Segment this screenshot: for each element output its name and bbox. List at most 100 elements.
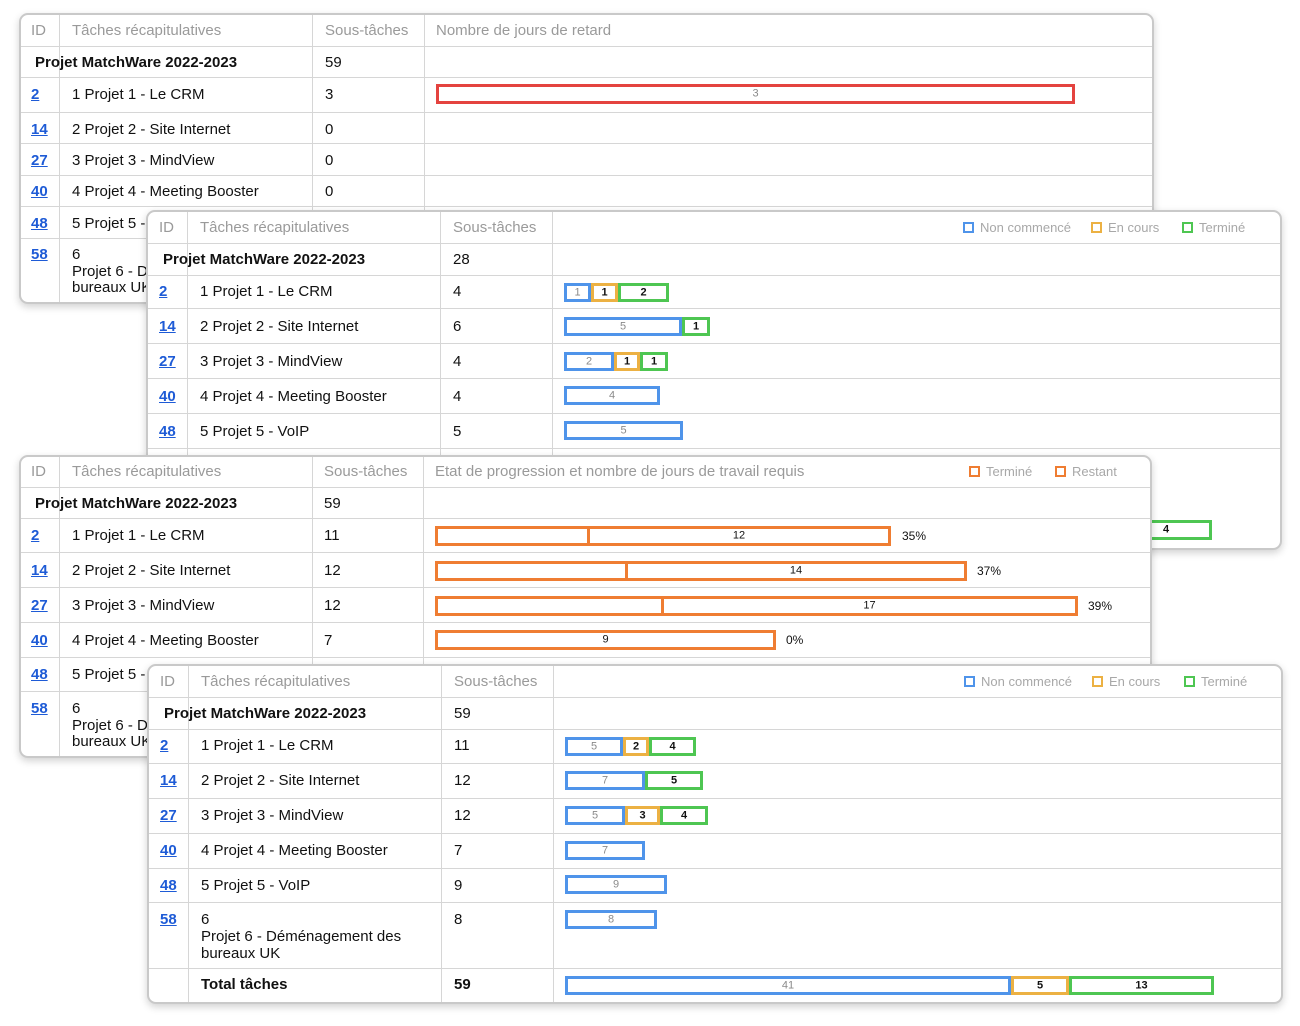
- header-summary: Tâches récapitulatives: [72, 22, 222, 39]
- header-id: ID: [159, 219, 174, 236]
- status-bar-not-started: 5: [564, 317, 682, 336]
- legend-in-progress: En cours: [1092, 674, 1160, 689]
- task-id-link[interactable]: 40: [160, 842, 177, 859]
- task-id-link[interactable]: 2: [31, 527, 39, 544]
- panel-status-full: ID Tâches récapitulatives Sous-tâches No…: [147, 664, 1283, 1004]
- header-subtasks: Sous-tâches: [454, 673, 538, 690]
- status-bar-done: 1: [682, 317, 710, 336]
- task-id-link[interactable]: 14: [31, 121, 48, 138]
- task-name: 1 Projet 1 - Le CRM: [200, 283, 333, 300]
- task-id-link[interactable]: 27: [31, 152, 48, 169]
- task-id-link[interactable]: 48: [31, 666, 48, 683]
- legend-done: Terminé: [969, 464, 1032, 479]
- task-name: 2 Projet 2 - Site Internet: [200, 318, 359, 335]
- progress-bar-done: [435, 526, 590, 546]
- task-id-link[interactable]: 48: [31, 215, 48, 232]
- progress-bar-remaining: 17: [661, 596, 1078, 616]
- total-bar-in-progress: 5: [1011, 976, 1069, 995]
- project-total: 59: [324, 495, 341, 512]
- task-id-link[interactable]: 2: [31, 86, 39, 103]
- progress-percent: 35%: [902, 529, 927, 543]
- legend-not-started: Non commencé: [964, 674, 1072, 689]
- progress-bar-remaining: 14: [625, 561, 967, 581]
- task-id-link[interactable]: 58: [31, 700, 48, 717]
- legend-in-progress: En cours: [1091, 220, 1159, 235]
- task-subtasks: 5: [453, 423, 462, 440]
- task-name: 4 Projet 4 - Meeting Booster: [201, 842, 388, 859]
- task-name-cont: bureaux UK: [201, 945, 281, 962]
- task-name: 4 Projet 4 - Meeting Booster: [200, 388, 387, 405]
- task-id-link[interactable]: 40: [159, 388, 176, 405]
- header-subtasks: Sous-tâches: [324, 463, 408, 480]
- task-subtasks: 11: [454, 737, 470, 754]
- task-id-link[interactable]: 48: [159, 423, 176, 440]
- status-bar-done: 4: [1148, 520, 1212, 540]
- header-progress: Etat de progression et nombre de jours d…: [435, 463, 805, 480]
- progress-percent: 39%: [1088, 599, 1113, 613]
- task-name-number: 6: [72, 700, 81, 717]
- project-total: 28: [453, 251, 470, 268]
- task-id-link[interactable]: 48: [160, 877, 177, 894]
- task-id-link[interactable]: 14: [160, 772, 177, 789]
- header-subtasks: Sous-tâches: [325, 22, 409, 39]
- status-bar-done: 4: [660, 806, 708, 825]
- project-total: 59: [325, 54, 342, 71]
- status-bar-not-started: 1: [564, 283, 591, 302]
- task-id-link[interactable]: 58: [31, 246, 48, 263]
- task-name: 3 Projet 3 - MindView: [200, 353, 343, 370]
- task-name: Projet 6 - D: [72, 717, 148, 734]
- task-id-link[interactable]: 58: [160, 911, 177, 928]
- task-subtasks: 6: [453, 318, 462, 335]
- task-name: 4 Projet 4 - Meeting Booster: [72, 632, 259, 649]
- task-name: 3 Projet 3 - MindView: [72, 152, 215, 169]
- task-subtasks: 11: [324, 527, 340, 544]
- status-bar-done: 1: [640, 352, 668, 371]
- total-tasks-label: Total tâches: [201, 976, 288, 993]
- legend-yellow-icon: [1092, 676, 1103, 687]
- task-id-link[interactable]: 2: [160, 737, 168, 754]
- task-subtasks: 12: [454, 772, 471, 789]
- progress-bar-remaining: 12: [587, 526, 891, 546]
- task-id-link[interactable]: 2: [159, 283, 167, 300]
- legend-done: Terminé: [1184, 674, 1247, 689]
- header-delay: Nombre de jours de retard: [436, 22, 612, 39]
- task-name-cont: bureaux UK: [72, 279, 152, 296]
- header-id: ID: [31, 22, 46, 39]
- header-summary: Tâches récapitulatives: [72, 463, 222, 480]
- task-id-link[interactable]: 40: [31, 183, 48, 200]
- task-name-number: 6: [201, 911, 210, 928]
- status-bar-not-started: 7: [565, 771, 645, 790]
- status-bar-not-started: 2: [564, 352, 614, 371]
- legend-blue-icon: [964, 676, 975, 687]
- project-name: Projet MatchWare 2022-2023: [35, 54, 238, 71]
- task-id-link[interactable]: 40: [31, 632, 48, 649]
- legend-blue-icon: [963, 222, 974, 233]
- task-subtasks: 9: [454, 877, 463, 894]
- task-id-link[interactable]: 27: [31, 597, 48, 614]
- legend-green-icon: [1184, 676, 1195, 687]
- legend-green-icon: [1182, 222, 1193, 233]
- task-name: 1 Projet 1 - Le CRM: [72, 86, 205, 103]
- task-id-link[interactable]: 14: [31, 562, 48, 579]
- task-name: 2 Projet 2 - Site Internet: [72, 121, 231, 138]
- project-name: Projet MatchWare 2022-2023: [35, 495, 238, 512]
- task-id-link[interactable]: 27: [160, 807, 177, 824]
- status-bar-in-progress: 2: [623, 737, 649, 756]
- status-bar-not-started: 5: [565, 737, 623, 756]
- status-bar-not-started: 9: [565, 875, 667, 894]
- status-bar-not-started: 5: [565, 806, 625, 825]
- task-id-link[interactable]: 14: [159, 318, 176, 335]
- header-summary: Tâches récapitulatives: [200, 219, 350, 236]
- task-subtasks: 8: [454, 911, 463, 928]
- total-tasks-value: 59: [454, 976, 471, 993]
- task-name: 5 Projet 5 -: [72, 666, 146, 683]
- task-name: Projet 6 - Déménagement des: [201, 928, 402, 945]
- task-name: 5 Projet 5 - VoIP: [200, 423, 310, 440]
- task-name: 3 Projet 3 - MindView: [201, 807, 344, 824]
- header-summary: Tâches récapitulatives: [201, 673, 351, 690]
- task-subtasks: 7: [454, 842, 463, 859]
- progress-percent: 0%: [786, 633, 804, 647]
- legend-orange-icon: [969, 466, 980, 477]
- header-id: ID: [31, 463, 46, 480]
- task-id-link[interactable]: 27: [159, 353, 176, 370]
